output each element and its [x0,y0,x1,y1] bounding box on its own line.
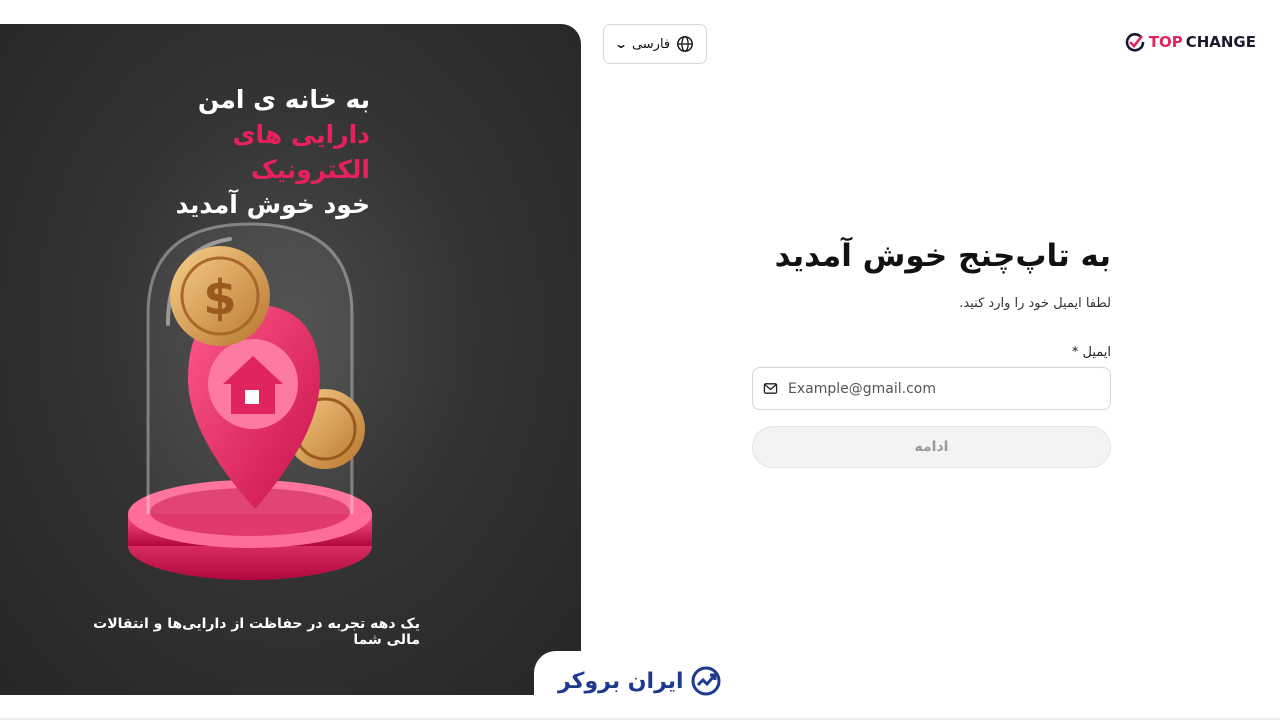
email-input[interactable] [786,379,1100,398]
language-selector[interactable]: ⌄ فارسی [603,24,707,64]
globe-icon [677,36,694,52]
email-label-text: ایمیل [1082,345,1111,360]
promo-footer-text: یک دهه تجربه در حفاظت از دارایی‌ها و انت… [93,616,420,648]
page-title: به تاپ‌چنج خوش آمدید [774,238,1111,274]
topchange-logo[interactable]: TOP CHANGE [1124,31,1256,53]
email-field[interactable] [752,367,1111,410]
brand-tab: ایران بروکر [534,651,734,720]
login-form: به تاپ‌چنج خوش آمدید لطفا ایمیل خود را و… [752,238,1111,468]
required-mark: * [1071,345,1079,360]
promo-headline-line-1: به خانه ی امن [197,85,370,114]
check-circle-icon [1125,33,1145,52]
mail-icon [763,383,778,394]
glass-dome-illustration: $ [128,222,372,580]
continue-button[interactable]: ادامه [752,426,1111,468]
logo-change-text: CHANGE [1185,33,1256,51]
promo-headline-line-2: دارایی های الکترونیک [232,120,370,184]
email-label: ایمیل * [752,345,1111,360]
language-label: فارسی [631,36,671,52]
brand-name: ایران بروکر [558,668,684,694]
promo-panel: به خانه ی امن دارایی های الکترونیک خود خ… [0,24,581,695]
page-subtitle: لطفا ایمیل خود را وارد کنید. [959,296,1111,311]
chart-growth-icon [691,666,721,696]
chevron-down-icon: ⌄ [613,37,628,51]
logo-top-text: TOP [1148,33,1183,51]
svg-text:$: $ [203,270,236,326]
